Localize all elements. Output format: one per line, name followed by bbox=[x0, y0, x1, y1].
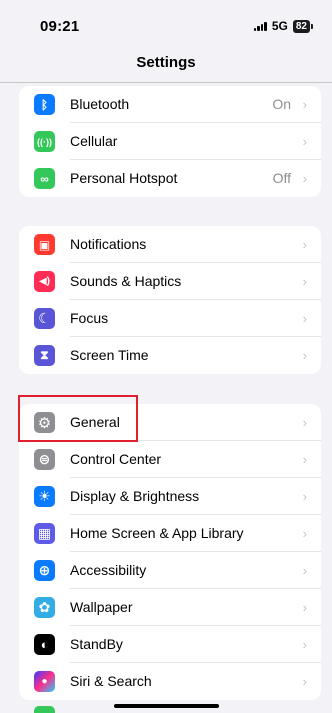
row-label: Personal Hotspot bbox=[70, 170, 178, 186]
chevron-right-icon: › bbox=[302, 348, 307, 363]
row-wallpaper[interactable]: ✿ Wallpaper › bbox=[19, 589, 321, 626]
row-display-brightness[interactable]: ☀ Display & Brightness › bbox=[19, 478, 321, 515]
row-general[interactable]: ⚙ General › bbox=[19, 404, 321, 441]
partial-row-icon bbox=[34, 706, 55, 713]
home-screen-icon: ▦ bbox=[34, 523, 55, 544]
row-bluetooth[interactable]: ᛒ Bluetooth On › bbox=[19, 86, 321, 123]
notifications-icon: ▣ bbox=[34, 234, 55, 255]
row-label: Notifications bbox=[70, 236, 147, 252]
brightness-icon: ☀ bbox=[34, 486, 55, 507]
row-label: Focus bbox=[70, 310, 109, 326]
cellular-icon: ((·)) bbox=[34, 131, 55, 152]
row-label: Wallpaper bbox=[70, 599, 133, 615]
chevron-right-icon: › bbox=[302, 134, 307, 149]
row-cellular[interactable]: ((·)) Cellular › bbox=[19, 123, 321, 160]
row-label: Siri & Search bbox=[70, 673, 152, 689]
screen-time-hourglass-icon: ⧗ bbox=[34, 345, 55, 366]
network-label: 5G bbox=[271, 19, 288, 33]
row-notifications[interactable]: ▣ Notifications › bbox=[19, 226, 321, 263]
chevron-right-icon: › bbox=[302, 489, 307, 504]
chevron-right-icon: › bbox=[302, 526, 307, 541]
chevron-right-icon: › bbox=[302, 563, 307, 578]
chevron-right-icon: › bbox=[302, 452, 307, 467]
chevron-right-icon: › bbox=[302, 274, 307, 289]
status-indicators: 5G 82 bbox=[253, 19, 314, 33]
bluetooth-icon: ᛒ bbox=[34, 94, 55, 115]
chevron-right-icon: › bbox=[302, 171, 307, 186]
sounds-icon: ◀) bbox=[34, 271, 55, 292]
settings-group-device: ⚙ General › ⊜ Control Center › ☀ Display… bbox=[19, 404, 321, 700]
battery-icon: 82 bbox=[292, 19, 314, 33]
row-label: Screen Time bbox=[70, 347, 149, 363]
row-label: Sounds & Haptics bbox=[70, 273, 182, 289]
row-label: General bbox=[70, 414, 120, 430]
row-label: Home Screen & App Library bbox=[70, 525, 244, 541]
control-center-icon: ⊜ bbox=[34, 449, 55, 470]
page-title: Settings bbox=[136, 54, 196, 71]
chevron-right-icon: › bbox=[302, 637, 307, 652]
row-sounds-haptics[interactable]: ◀) Sounds & Haptics › bbox=[19, 263, 321, 300]
row-label: Control Center bbox=[70, 451, 162, 467]
wallpaper-flower-icon: ✿ bbox=[34, 597, 55, 618]
row-siri-search[interactable]: ● Siri & Search › bbox=[19, 663, 321, 700]
hotspot-icon: ∞ bbox=[34, 168, 55, 189]
chevron-right-icon: › bbox=[302, 600, 307, 615]
chevron-right-icon: › bbox=[302, 237, 307, 252]
row-label: Accessibility bbox=[70, 562, 147, 578]
row-control-center[interactable]: ⊜ Control Center › bbox=[19, 441, 321, 478]
status-time: 09:21 bbox=[40, 18, 80, 35]
row-accessibility[interactable]: ⊕ Accessibility › bbox=[19, 552, 321, 589]
row-label: Cellular bbox=[70, 133, 118, 149]
row-standby[interactable]: ◐ StandBy › bbox=[19, 626, 321, 663]
settings-group-attention: ▣ Notifications › ◀) Sounds & Haptics › … bbox=[19, 226, 321, 374]
chevron-right-icon: › bbox=[302, 97, 307, 112]
row-screen-time[interactable]: ⧗ Screen Time › bbox=[19, 337, 321, 374]
settings-group-connectivity: ᛒ Bluetooth On › ((·)) Cellular › ∞ Pers… bbox=[19, 86, 321, 197]
status-bar: 09:21 5G 82 bbox=[0, 0, 332, 42]
standby-icon: ◐ bbox=[34, 634, 55, 655]
row-focus[interactable]: ☾ Focus › bbox=[19, 300, 321, 337]
gear-icon: ⚙ bbox=[34, 412, 55, 433]
chevron-right-icon: › bbox=[302, 674, 307, 689]
siri-icon: ● bbox=[34, 671, 55, 692]
row-label: Bluetooth bbox=[70, 96, 130, 112]
signal-icon bbox=[253, 21, 267, 31]
home-indicator[interactable] bbox=[114, 704, 219, 708]
chevron-right-icon: › bbox=[302, 415, 307, 430]
nav-divider bbox=[0, 82, 332, 83]
row-value: On bbox=[272, 96, 291, 112]
row-home-screen[interactable]: ▦ Home Screen & App Library › bbox=[19, 515, 321, 552]
row-label: StandBy bbox=[70, 636, 123, 652]
row-value: Off bbox=[272, 170, 291, 186]
row-personal-hotspot[interactable]: ∞ Personal Hotspot Off › bbox=[19, 160, 321, 197]
chevron-right-icon: › bbox=[302, 311, 307, 326]
accessibility-icon: ⊕ bbox=[34, 560, 55, 581]
row-label: Display & Brightness bbox=[70, 488, 200, 504]
focus-moon-icon: ☾ bbox=[34, 308, 55, 329]
